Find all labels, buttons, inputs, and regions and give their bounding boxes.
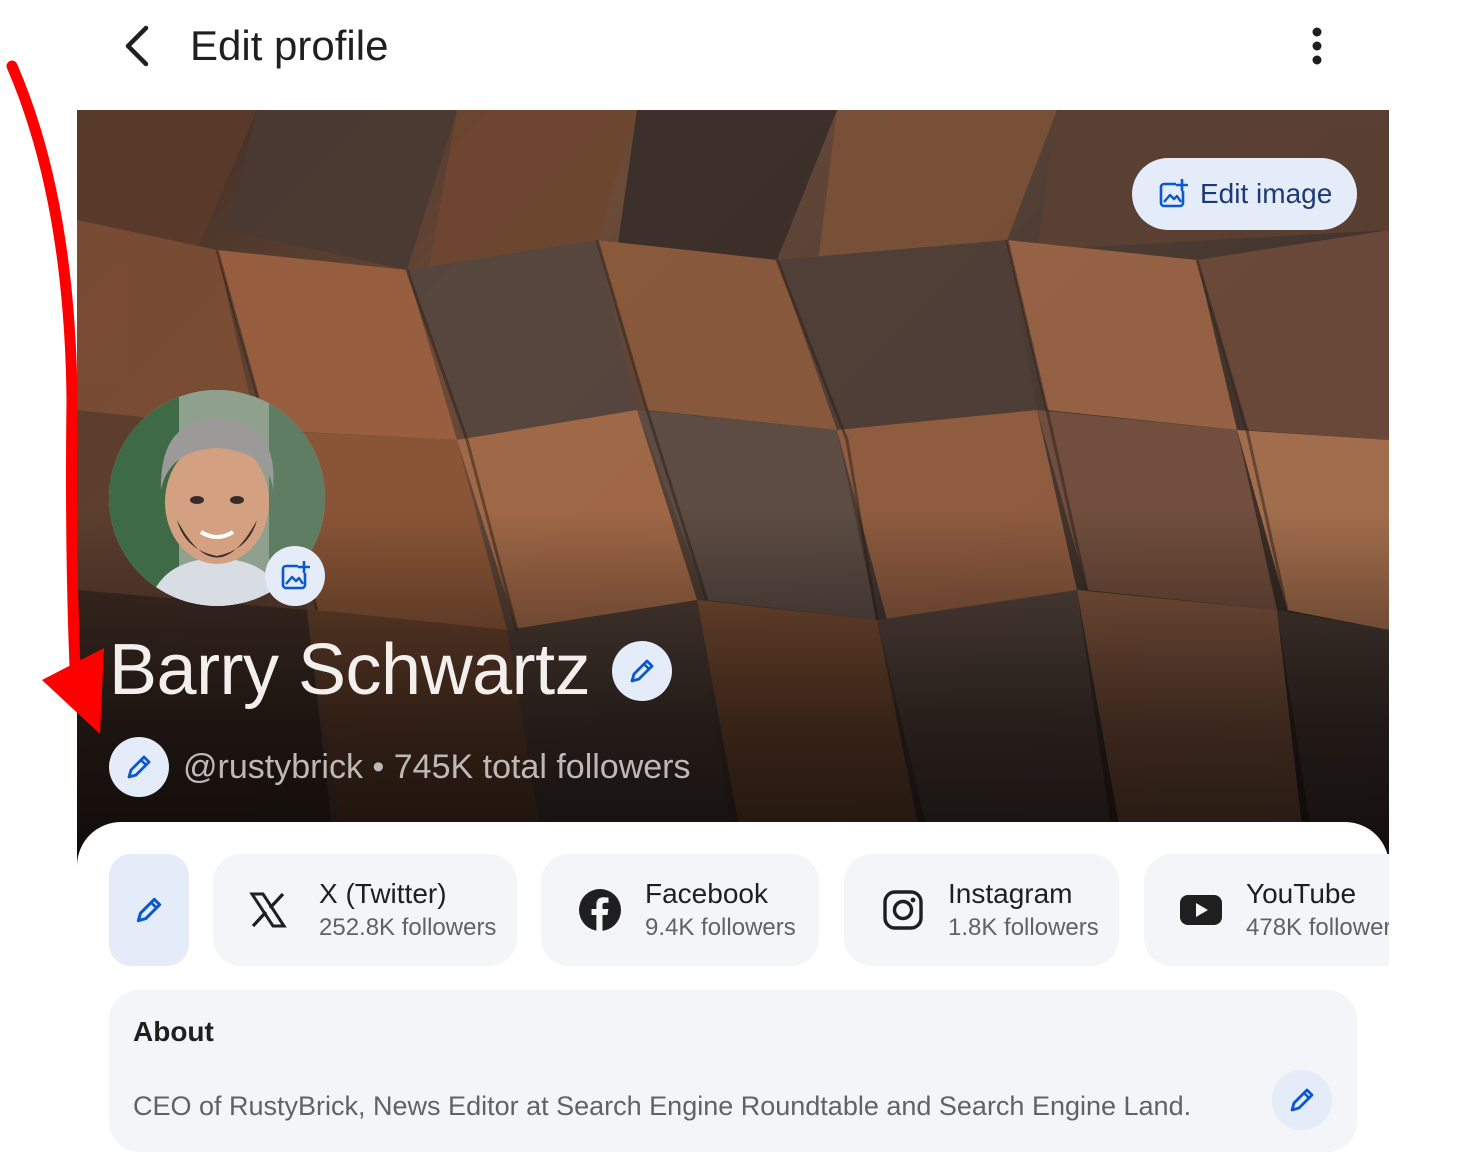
instagram-logo-icon	[878, 885, 928, 935]
about-heading: About	[133, 1016, 214, 1047]
pencil-icon	[136, 897, 162, 923]
top-app-bar: Edit profile	[0, 0, 1468, 100]
youtube-logo-icon	[1176, 885, 1226, 935]
pencil-icon	[127, 755, 151, 779]
about-text: CEO of RustyBrick, News Editor at Search…	[133, 1091, 1192, 1121]
edit-name-button[interactable]	[612, 641, 672, 701]
profile-details-sheet: X (Twitter) 252.8K followers Facebook 9.…	[77, 822, 1389, 1170]
social-chip-followers: 1.8K followers	[948, 914, 1099, 941]
edit-social-links-button[interactable]	[109, 854, 189, 966]
social-chip-name: Facebook	[645, 878, 768, 909]
social-chip-name: Instagram	[948, 878, 1073, 909]
edit-about-button[interactable]	[1272, 1070, 1332, 1130]
profile-name: Barry Schwartz	[109, 630, 591, 710]
social-links-row: X (Twitter) 252.8K followers Facebook 9.…	[77, 854, 1389, 966]
about-card: About CEO of RustyBrick, News Editor at …	[109, 990, 1357, 1152]
cover-image: Edit image Barry Schwartz @rustybrick • …	[77, 110, 1389, 870]
avatar-edit-button[interactable]	[265, 546, 325, 606]
social-chip-name: X (Twitter)	[319, 878, 447, 909]
handle-and-followers: @rustybrick • 745K total followers	[183, 748, 691, 786]
social-chip-instagram[interactable]: Instagram 1.8K followers	[844, 854, 1119, 966]
pencil-icon	[630, 659, 654, 683]
back-button[interactable]	[108, 18, 164, 74]
facebook-logo-icon	[575, 885, 625, 935]
edit-image-label: Edit image	[1200, 178, 1333, 209]
social-chip-facebook[interactable]: Facebook 9.4K followers	[541, 854, 819, 966]
social-chip-followers: 252.8K followers	[319, 914, 497, 941]
edit-image-button[interactable]: Edit image	[1132, 158, 1357, 230]
more-vertical-icon	[1312, 27, 1322, 65]
social-chip-name: YouTube	[1246, 878, 1357, 909]
edit-handle-button[interactable]	[109, 737, 169, 797]
social-chip-followers: 478K followers	[1246, 914, 1389, 941]
pencil-icon	[1290, 1088, 1314, 1112]
add-photo-icon	[281, 561, 310, 590]
social-chip-youtube[interactable]: YouTube 478K followers	[1144, 854, 1389, 966]
social-chip-x[interactable]: X (Twitter) 252.8K followers	[213, 854, 517, 966]
social-chip-followers: 9.4K followers	[645, 914, 796, 941]
more-options-button[interactable]	[1292, 18, 1342, 74]
arrow-back-icon	[125, 25, 149, 67]
x-logo-icon	[243, 885, 293, 935]
page-title: Edit profile	[190, 22, 389, 69]
add-photo-icon	[1159, 179, 1188, 208]
